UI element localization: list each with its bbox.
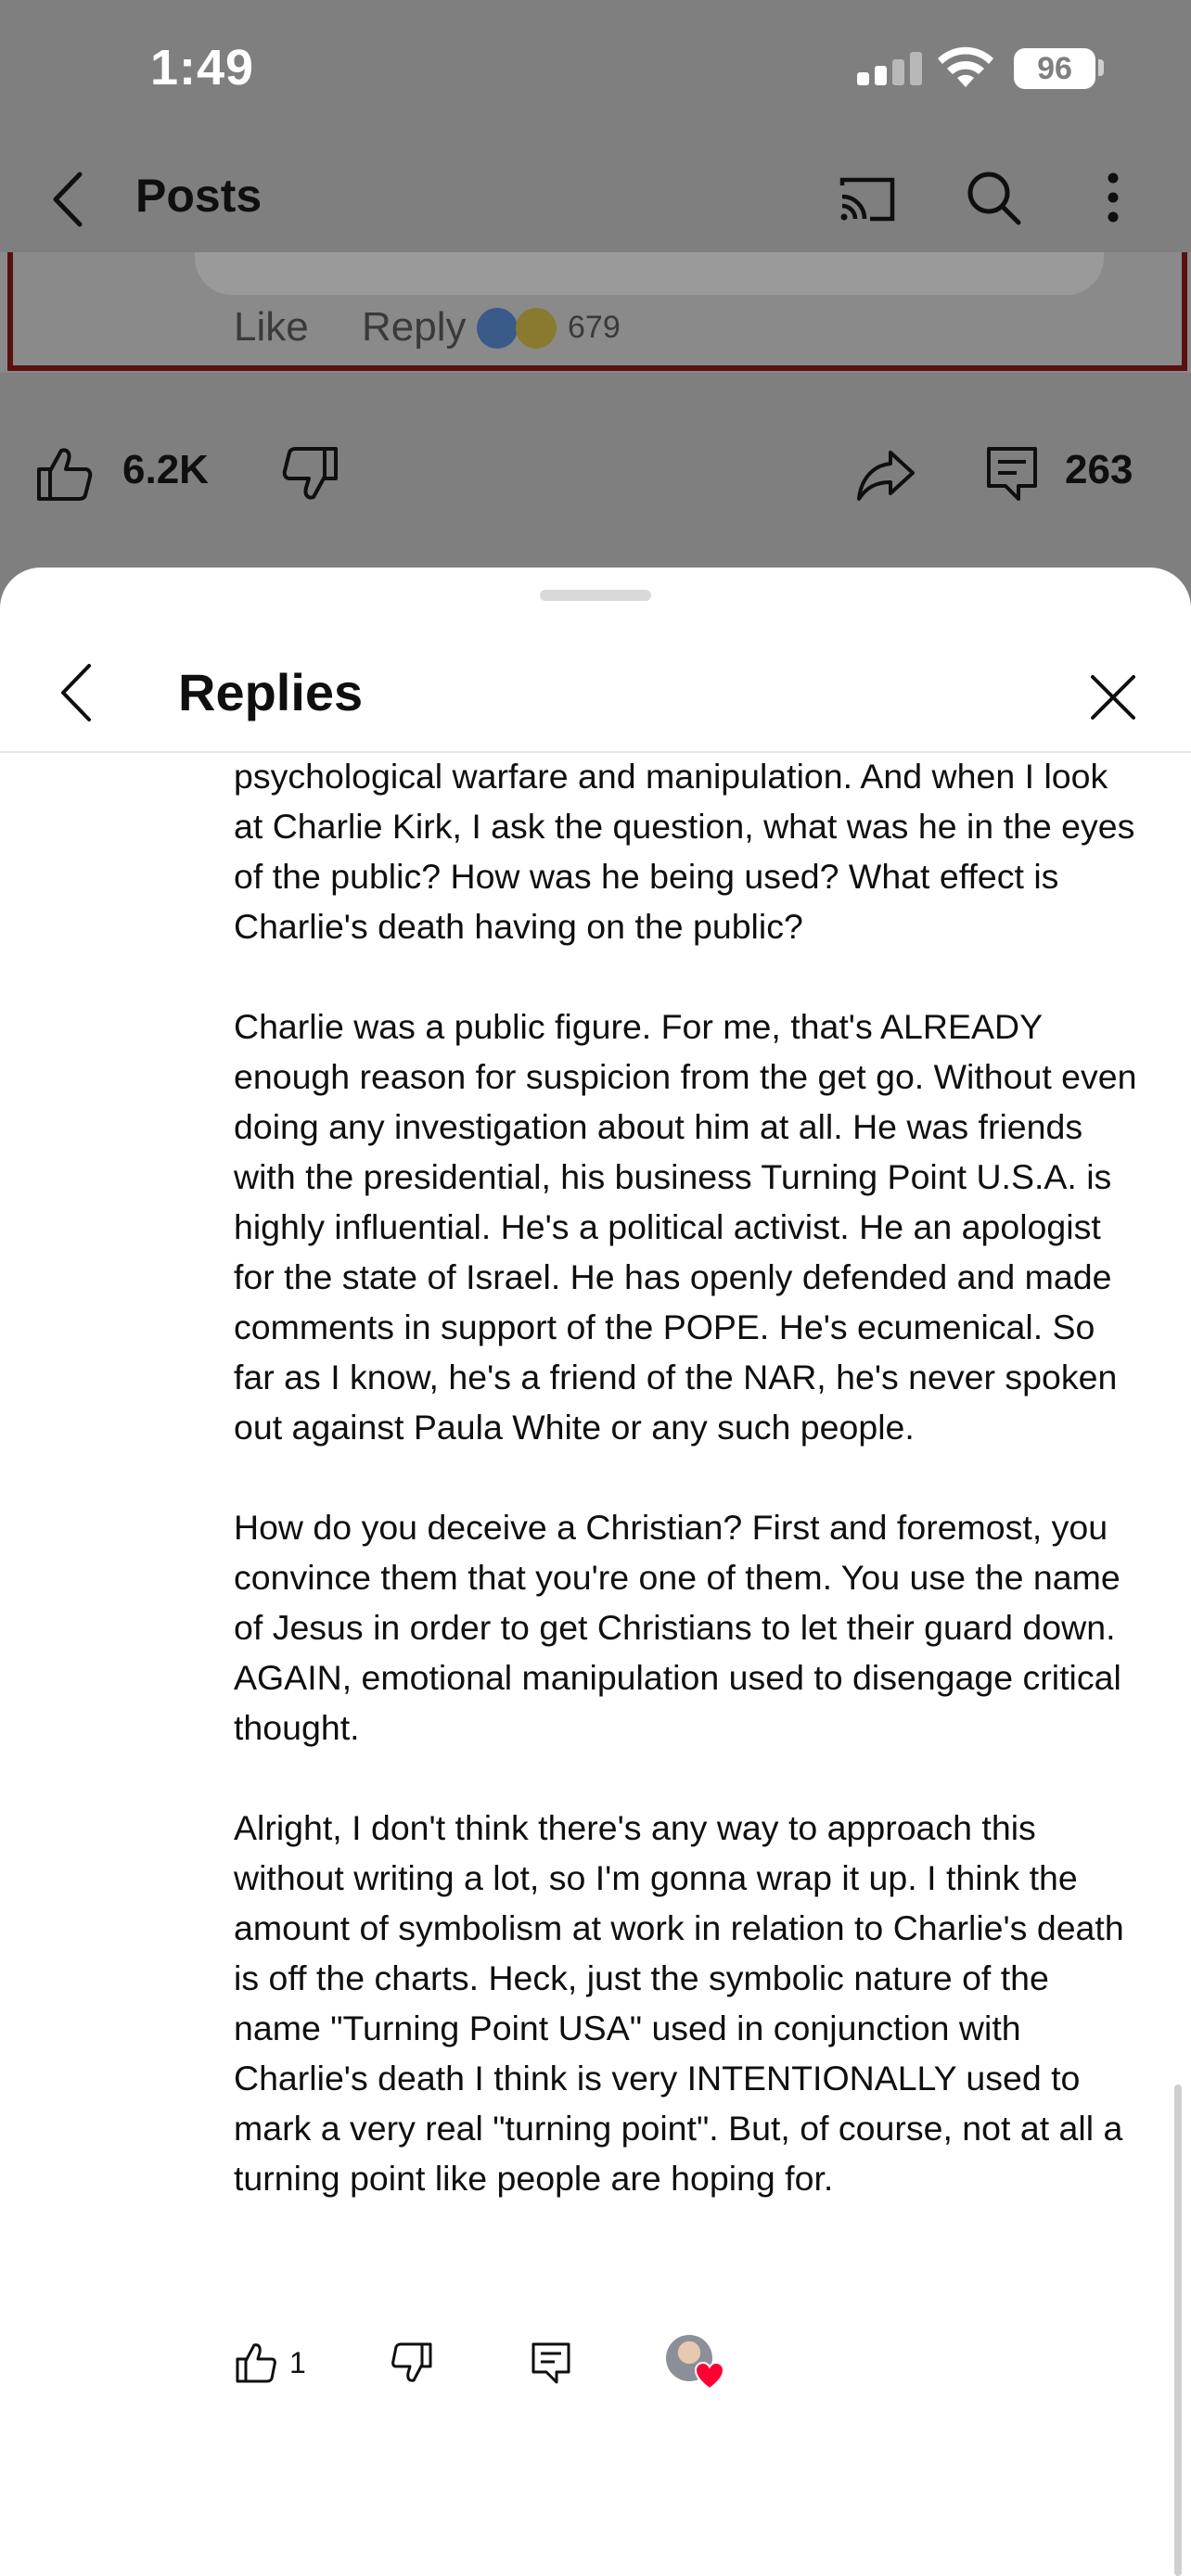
image-reaction-count: 679 [568, 310, 621, 345]
cast-icon[interactable] [835, 167, 900, 232]
reply-dislike-icon[interactable] [390, 2340, 434, 2385]
post-image[interactable]: Like Reply 679 [0, 252, 1191, 373]
thumbs-up-reaction-icon [477, 308, 518, 349]
image-like-label: Like [234, 304, 309, 350]
share-icon[interactable] [855, 443, 916, 504]
post-actions-bar: 6.2K 263 [0, 427, 1191, 519]
top-app-bar: Posts [0, 148, 1191, 250]
replies-title: Replies [178, 663, 364, 721]
page-title: Posts [135, 170, 263, 222]
dislike-icon[interactable] [280, 443, 341, 504]
close-icon[interactable] [1085, 670, 1141, 725]
reply-text: psychological warfare and manipulation. … [234, 751, 1143, 2253]
reply-actions: 1 [0, 2335, 1191, 2415]
reply-comment-icon[interactable] [529, 2340, 573, 2385]
status-bar: 1:49 96 [0, 0, 1191, 139]
cellular-signal-icon [857, 52, 922, 85]
reply-like-icon[interactable] [234, 2340, 278, 2385]
battery-indicator: 96 [1014, 48, 1095, 89]
reply-paragraph: Charlie was a public figure. For me, tha… [234, 1007, 1137, 1447]
more-options-icon[interactable] [1095, 165, 1132, 230]
wow-reaction-icon [516, 308, 557, 349]
post-like-count: 6.2K [122, 447, 209, 492]
reply-like-count: 1 [289, 2346, 306, 2379]
comments-icon[interactable] [981, 443, 1043, 504]
reply-paragraph: psychological warfare and manipulation. … [234, 757, 1135, 946]
post-comment-count: 263 [1065, 447, 1133, 492]
scrollbar[interactable] [1174, 2085, 1182, 2576]
search-icon[interactable] [961, 165, 1026, 230]
drag-handle[interactable] [540, 590, 651, 601]
like-icon[interactable] [33, 443, 95, 504]
battery-tip [1098, 59, 1104, 76]
reply-paragraph: Alright, I don't think there's any way t… [234, 1808, 1124, 2198]
back-arrow-icon[interactable] [46, 167, 93, 232]
clock: 1:49 [150, 40, 255, 96]
reply-paragraph: How do you deceive a Christian? First an… [234, 1508, 1121, 1747]
replies-header: Replies [0, 623, 1191, 753]
comment-bubble [195, 252, 1104, 295]
back-arrow-icon[interactable] [56, 660, 98, 725]
wifi-icon [938, 46, 993, 87]
image-reply-label: Reply [362, 304, 467, 350]
replies-sheet: Replies psychological warfare and manipu… [0, 567, 1191, 2576]
creator-heart-icon [694, 2361, 725, 2391]
